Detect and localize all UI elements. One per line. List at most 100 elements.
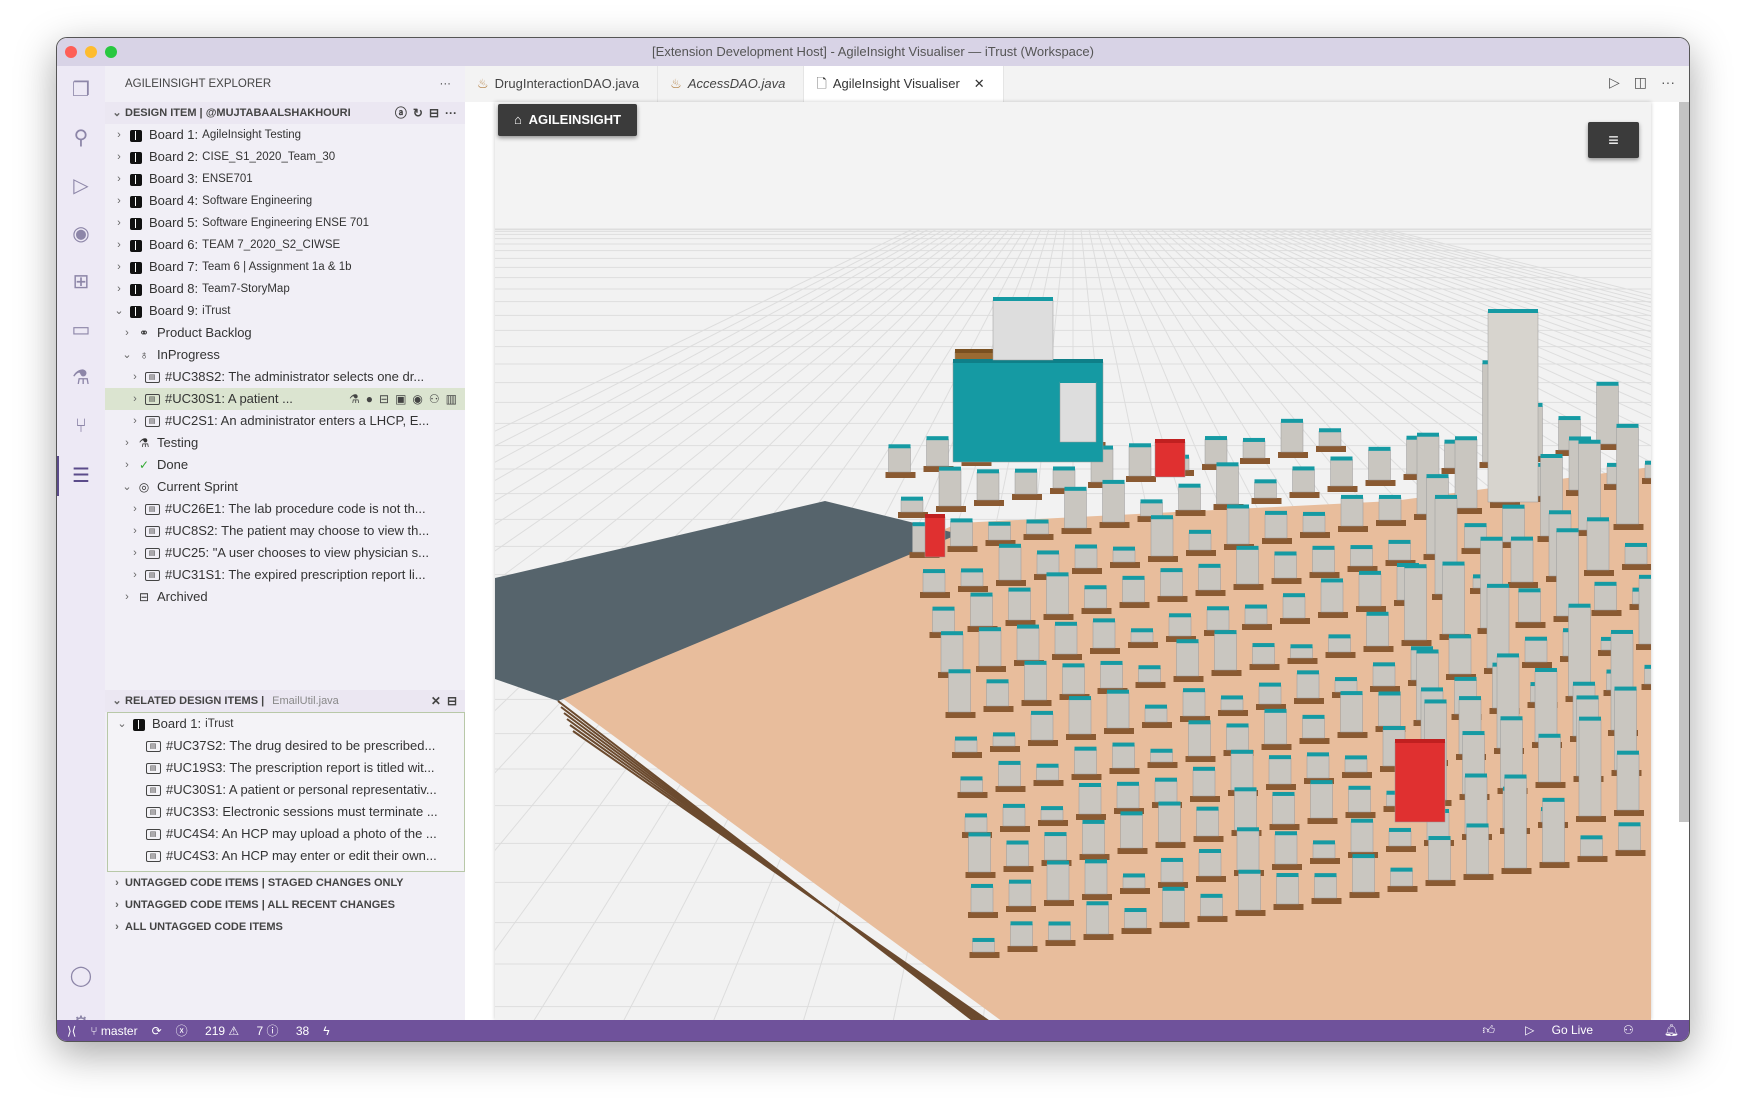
chevron-right-icon[interactable]: ›: [127, 542, 143, 564]
problems-button[interactable]: ⓧ 219 ⚠ 7 ⓘ 38: [176, 1022, 310, 1039]
source-control-icon[interactable]: ⑂: [69, 414, 93, 438]
related-card-item[interactable]: ▤ #UC30S1: A patient or personal represen…: [108, 779, 464, 801]
chevron-right-icon[interactable]: ›: [119, 322, 135, 344]
chevron-right-icon[interactable]: ›: [127, 366, 143, 388]
related-board[interactable]: ⌄ Board 1: iTrust: [108, 713, 464, 735]
visualiser-canvas[interactable]: ⌂ AGILEINSIGHT ≡: [495, 102, 1651, 1020]
close-tab-icon[interactable]: ✕: [974, 66, 985, 102]
related-card-item[interactable]: ▤ #UC19S3: The prescription report is tit…: [108, 757, 464, 779]
card-item[interactable]: › ▤ #UC38S2: The administrator selects one…: [105, 366, 465, 388]
scrollbar[interactable]: [1679, 102, 1689, 822]
frame-icon[interactable]: ▣: [395, 388, 406, 410]
notifications-icon[interactable]: 🔔︎: [1664, 1023, 1679, 1038]
design-item-section-header[interactable]: ⌄ DESIGN ITEM | @MUJTABAALSHAKHOURI ⓐ ↻ ⊟ ··…: [105, 102, 465, 124]
assign-icon[interactable]: ⚇: [429, 388, 440, 410]
card-item[interactable]: › ▤ #UC25: "A user chooses to view physici…: [105, 542, 465, 564]
chevron-right-icon[interactable]: ›: [119, 432, 135, 454]
go-live-button[interactable]: ▷ Go Live: [1525, 1023, 1593, 1038]
card-item[interactable]: › ▤ #UC26E1: The lab procedure code is not…: [105, 498, 465, 520]
chevron-right-icon[interactable]: ›: [111, 278, 127, 300]
testing-icon[interactable]: ⚗: [69, 366, 93, 390]
tab-agileinsight-visualiser[interactable]: 🗋 AgileInsight Visualiser ✕: [804, 66, 1004, 102]
feedback-icon[interactable]: 👍︎: [1483, 1023, 1496, 1038]
collapse-all-icon[interactable]: ⊟: [429, 102, 439, 124]
board-item[interactable]: ⌄ Board 9: iTrust: [105, 300, 465, 322]
chevron-right-icon[interactable]: ›: [127, 410, 143, 432]
remote-icon[interactable]: ⟩⟨: [67, 1024, 76, 1038]
related-card-item[interactable]: ▤ #UC3S3: Electronic sessions must termin…: [108, 801, 464, 823]
board-item[interactable]: › Board 5: Software Engineering ENSE 701: [105, 212, 465, 234]
agileinsight-icon[interactable]: ☰: [57, 456, 93, 496]
chevron-down-icon[interactable]: ⌄: [119, 344, 135, 366]
chevron-right-icon[interactable]: ›: [119, 454, 135, 476]
list-inprogress[interactable]: ⌄ ♁ InProgress: [105, 344, 465, 366]
board-item[interactable]: › Board 8: Team7-StoryMap: [105, 278, 465, 300]
chevron-right-icon[interactable]: ›: [111, 168, 127, 190]
close-icon[interactable]: ✕: [431, 690, 441, 712]
chevron-right-icon[interactable]: ›: [111, 212, 127, 234]
tab-accessdao[interactable]: ♨ AccessDAO.java: [658, 66, 805, 102]
chevron-down-icon[interactable]: ⌄: [111, 300, 127, 322]
home-button[interactable]: ⌂ AGILEINSIGHT: [498, 104, 638, 136]
layout-icon[interactable]: ⊟: [379, 388, 389, 410]
account-icon[interactable]: ◯: [69, 964, 93, 988]
tab-druginteractiondao[interactable]: ♨ DrugInteractionDAO.java: [465, 66, 659, 102]
github-icon[interactable]: ◉: [69, 222, 93, 246]
close-window-button[interactable]: [65, 46, 77, 58]
chevron-down-icon[interactable]: ⌄: [114, 713, 130, 735]
chevron-right-icon[interactable]: ›: [127, 564, 143, 586]
untagged-section-header[interactable]: › UNTAGGED CODE ITEMS | STAGED CHANGES ON…: [105, 872, 465, 894]
card-item[interactable]: › ▤ #UC30S1: A patient ... ⚗ ● ⊟ ▣ ◉ ⚇ ▥: [105, 388, 465, 410]
board-item[interactable]: › Board 1: AgileInsight Testing: [105, 124, 465, 146]
untagged-section-header[interactable]: › UNTAGGED CODE ITEMS | ALL RECENT CHANGE…: [105, 894, 465, 916]
related-card-item[interactable]: ▤ #UC4S4: An HCP may upload a photo of th…: [108, 823, 464, 845]
chevron-right-icon[interactable]: ›: [111, 124, 127, 146]
related-card-item[interactable]: ▤ #UC37S2: The drug desired to be prescri…: [108, 735, 464, 757]
hamburger-menu-button[interactable]: ≡: [1588, 122, 1639, 158]
board-item[interactable]: › Board 4: Software Engineering: [105, 190, 465, 212]
list-product-backlog[interactable]: › ⚭ Product Backlog: [105, 322, 465, 344]
maximize-window-button[interactable]: [105, 46, 117, 58]
list-done[interactable]: › ✓ Done: [105, 454, 465, 476]
related-section-header[interactable]: ⌄ RELATED DESIGN ITEMS | EmailUtil.java ✕ ⊟: [105, 690, 465, 712]
related-card-item[interactable]: ▤ #UC4S3: An HCP may enter or edit their …: [108, 845, 464, 867]
list-archived[interactable]: › ⊟ Archived: [105, 586, 465, 608]
more-icon[interactable]: ···: [445, 102, 457, 124]
more-actions-icon[interactable]: ···: [440, 66, 452, 102]
3d-city-scene[interactable]: [495, 102, 1651, 1020]
board-item[interactable]: › Board 7: Team 6 | Assignment 1a & 1b: [105, 256, 465, 278]
chevron-right-icon[interactable]: ›: [111, 234, 127, 256]
sync-icon[interactable]: ⟳: [152, 1024, 162, 1038]
chevron-right-icon[interactable]: ›: [111, 256, 127, 278]
explorer-icon[interactable]: ❐: [69, 78, 93, 102]
chevron-right-icon[interactable]: ›: [111, 190, 127, 212]
dot-icon[interactable]: ●: [366, 388, 373, 410]
lightning-icon[interactable]: ϟ: [323, 1024, 329, 1038]
card-item[interactable]: › ▤ #UC8S2: The patient may choose to view…: [105, 520, 465, 542]
card-item[interactable]: › ▤ #UC2S1: An administrator enters a LHCP…: [105, 410, 465, 432]
chevron-right-icon[interactable]: ›: [119, 586, 135, 608]
remote-explorer-icon[interactable]: ▭: [69, 318, 93, 342]
card-item[interactable]: › ▤ #UC31S1: The expired prescription repo…: [105, 564, 465, 586]
search-icon[interactable]: ⚲: [69, 126, 93, 150]
split-editor-icon[interactable]: ◫: [1634, 74, 1647, 91]
minimize-window-button[interactable]: [85, 46, 97, 58]
chevron-right-icon[interactable]: ›: [127, 388, 143, 410]
chevron-right-icon[interactable]: ›: [111, 146, 127, 168]
run-icon[interactable]: ▷: [1609, 74, 1620, 91]
flask-icon[interactable]: ⚗: [349, 388, 360, 410]
chevron-right-icon[interactable]: ›: [127, 520, 143, 542]
board-item[interactable]: › Board 6: TEAM 7_2020_S2_CIWSE: [105, 234, 465, 256]
live-share-icon[interactable]: ⚇: [1623, 1023, 1634, 1038]
target-icon[interactable]: ◉: [412, 388, 422, 410]
untagged-section-header[interactable]: › ALL UNTAGGED CODE ITEMS: [105, 916, 465, 938]
collapse-all-icon[interactable]: ⊟: [447, 690, 457, 712]
chevron-right-icon[interactable]: ›: [127, 498, 143, 520]
run-debug-icon[interactable]: ▷: [69, 174, 93, 198]
board-item[interactable]: › Board 2: CISE_S1_2020_Team_30: [105, 146, 465, 168]
extensions-icon[interactable]: ⊞: [69, 270, 93, 294]
board-icon[interactable]: ▥: [446, 388, 457, 410]
more-icon[interactable]: ···: [1661, 74, 1675, 91]
refresh-icon[interactable]: ↻: [413, 102, 423, 124]
branch-button[interactable]: ⑂ master: [90, 1024, 137, 1038]
